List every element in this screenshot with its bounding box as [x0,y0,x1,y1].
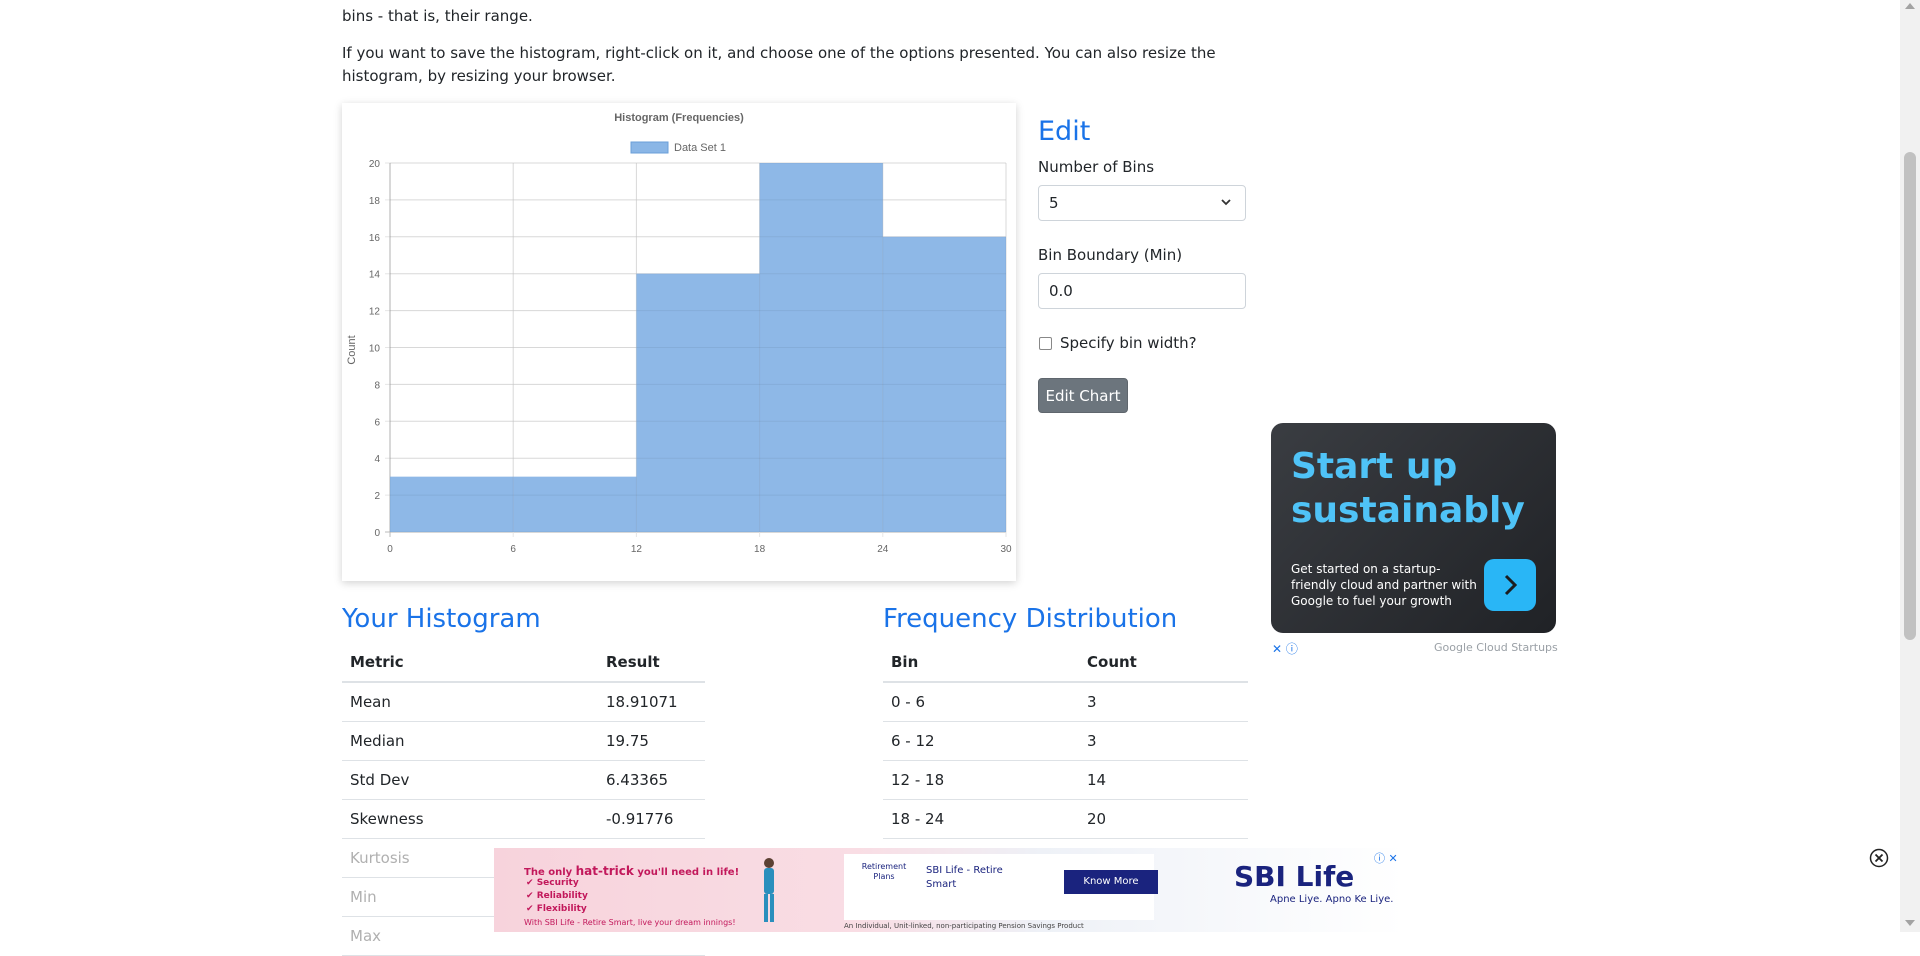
scroll-thumb[interactable] [1904,152,1916,640]
legend-label: Data Set 1 [674,142,726,154]
table-row: 18 - 24 20 [883,799,1248,839]
metric-name: Mean [342,682,598,722]
page-scrollbar[interactable] [1900,0,1920,932]
metric-value: 6.43365 [598,760,705,800]
bin-width-checkbox[interactable] [1039,337,1052,350]
table-row: Mean 18.91071 [342,682,705,722]
ad-arrow-button[interactable] [1484,559,1536,611]
edit-title: Edit [1038,116,1091,147]
y-tick-label: 0 [374,528,380,539]
ad-footer-text: With SBI Life - Retire Smart, live your … [524,918,736,927]
bin-boundary-value: 0.0 [1049,282,1073,300]
bin-count: 3 [1079,721,1248,761]
bin-count: 14 [1079,760,1248,800]
your-histogram-title: Your Histogram [342,604,541,634]
ad-check-item: ✔ Flexibility [526,904,587,914]
sbi-life-slogan: Apne Liye. Apno Ke Liye. [1270,894,1394,905]
bin-count: 3 [1079,682,1248,722]
bin-count: 20 [1079,799,1248,839]
x-tick-label: 0 [387,544,393,555]
bin-width-label[interactable]: Specify bin width? [1060,334,1197,352]
y-tick-label: 8 [374,380,380,391]
bin-range: 18 - 24 [883,799,1079,839]
y-tick-label: 10 [369,344,381,355]
bar-layer [389,162,1007,533]
intro-paragraph: If you want to save the histogram, right… [342,44,1216,85]
chevron-down-icon [1221,199,1231,206]
table-row: Median 19.75 [342,721,705,761]
frequency-table: Bin Count 0 - 63 6 - 12 3 12 - 18 14 18 - … [883,643,1248,839]
know-more-button[interactable]: Know More [1064,870,1158,894]
retirement-plans-label: Retirement Plans [861,862,907,881]
sbi-life-ad[interactable]: The only hat-trick you'll need in life! … [494,848,1404,932]
ad-check-item: ✔ Reliability [526,891,588,901]
scroll-down-arrow-icon[interactable] [1905,920,1915,926]
y-tick-label: 2 [374,491,380,502]
table-row: Skewness -0.91776 [342,799,705,839]
y-axis-label: Count [346,335,358,364]
bin-range: 0 - 6 [883,682,1079,722]
metric-name: Skewness [342,799,598,839]
histogram-chart[interactable]: Histogram (Frequencies) Data Set 1 Count… [342,103,1016,581]
metric-value: 18.91071 [598,682,705,722]
bins-select-value: 5 [1049,194,1059,212]
scroll-up-arrow-icon[interactable] [1905,3,1915,9]
y-tick-label: 12 [369,307,381,318]
ad-info-close-icon[interactable]: ⓘ ✕ [1374,850,1398,866]
bin-range: 6 - 12 [883,721,1079,761]
y-tick-label: 16 [369,233,381,244]
close-ad-icon[interactable] [1869,848,1889,868]
x-tick-label: 24 [877,544,889,555]
y-tick-label: 4 [374,454,380,465]
product-name: SBI Life - Retire Smart [926,865,1003,890]
metric-name: Median [342,721,598,761]
table-row: 12 - 18 14 [883,760,1248,800]
histogram-bar [513,476,637,532]
ad-close-info-icon[interactable]: ✕ ⓘ [1272,640,1298,657]
ad-brand: Google Cloud Startups [1434,641,1558,654]
frequency-distribution-title: Frequency Distribution [883,604,1178,634]
metric-value: 19.75 [598,721,705,761]
y-tick-label: 20 [369,159,381,170]
ad-body: Get started on a startup-friendly cloud … [1291,562,1477,608]
legend-swatch [630,141,669,154]
boundary-label: Bin Boundary (Min) [1038,246,1183,264]
y-tick-label: 6 [374,417,380,428]
x-tick-label: 6 [510,544,516,555]
table-row: 0 - 63 [883,682,1248,722]
x-tick-label: 18 [754,544,766,555]
bins-select[interactable]: 5 [1038,185,1246,221]
bin-range: 12 - 18 [883,760,1079,800]
cricketer-image [764,858,774,922]
edit-chart-button[interactable]: Edit Chart [1038,378,1128,413]
metrics-header-result: Result [598,643,705,683]
ad-tagline: The only hat-trick you'll need in life! [524,864,740,878]
histogram-svg: Histogram (Frequencies) Data Set 1 Count… [346,112,1012,555]
metrics-header-metric: Metric [342,643,598,683]
bin-boundary-input[interactable]: 0.0 [1038,273,1246,309]
intro-line-top: bins - that is, their range. [342,7,533,25]
metric-name: Std Dev [342,760,598,800]
chevron-right-icon [1504,574,1518,596]
table-row: 6 - 12 3 [883,721,1248,761]
ad-check-item: ✔ Security [526,878,579,888]
bins-label: Number of Bins [1038,158,1155,176]
metric-value: -0.91776 [598,799,705,839]
freq-header-count: Count [1079,643,1248,683]
histogram-bar [390,476,514,532]
sbi-life-logo: SBI Life [1234,860,1355,893]
histogram-bar [636,273,760,532]
chart-title: Histogram (Frequencies) [614,112,744,124]
table-row: Std Dev 6.43365 [342,760,705,800]
ad-headline: Start up sustainably [1291,446,1525,531]
ad-disclaimer: An Individual, Unit-linked, non-particip… [844,922,1084,930]
google-cloud-ad[interactable]: Start up sustainably Get started on a st… [1271,423,1556,633]
ad-product-box: Retirement Plans SBI Life - Retire Smart… [844,854,1158,920]
x-tick-label: 30 [1000,544,1012,555]
y-tick-label: 14 [369,270,381,281]
freq-header-bin: Bin [883,643,1079,683]
x-tick-label: 12 [631,544,643,555]
y-tick-label: 18 [369,196,381,207]
